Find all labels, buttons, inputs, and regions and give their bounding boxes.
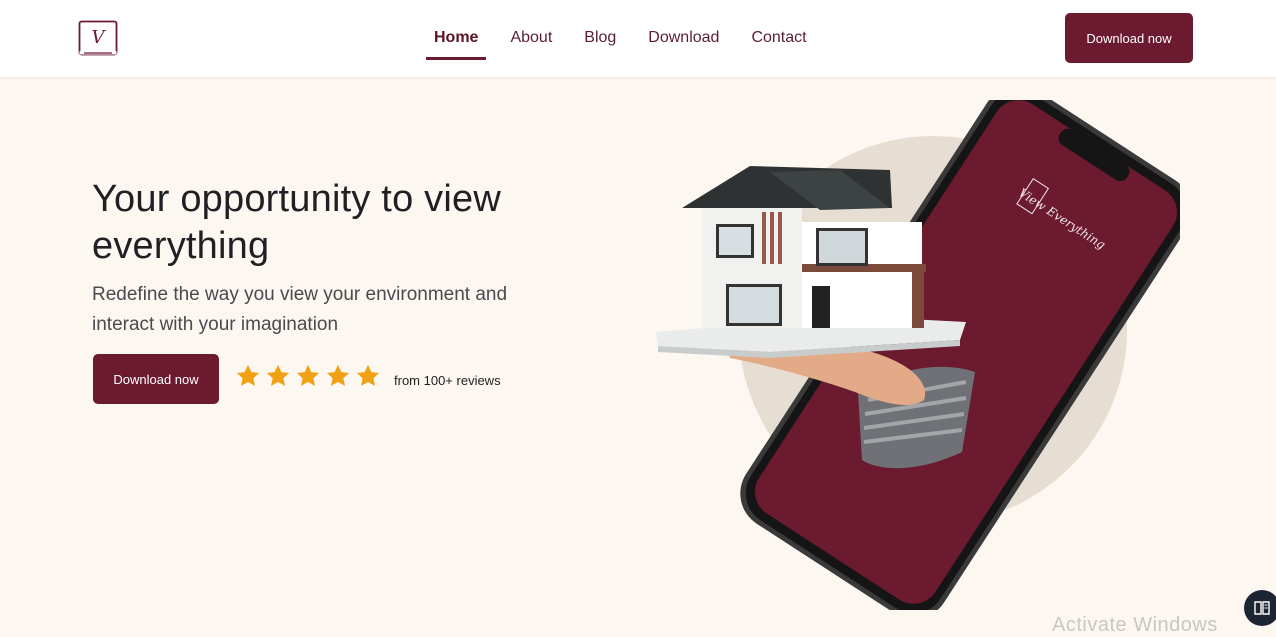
hero-subtitle: Redefine the way you view your environme… <box>92 284 508 335</box>
svg-text:V: V <box>92 27 107 48</box>
star-icon <box>296 364 320 386</box>
nav-link-blog[interactable]: Blog <box>568 0 632 76</box>
star-icon <box>326 364 350 386</box>
reviews-count: from 100+ reviews <box>394 373 501 388</box>
navbar: V Home About Blog Download Contact Downl… <box>0 0 1276 78</box>
hero-download-button[interactable]: Download now <box>93 354 219 404</box>
reader-icon[interactable] <box>1244 590 1276 626</box>
main-nav: Home About Blog Download Contact <box>426 0 823 78</box>
rating-stars <box>234 362 382 390</box>
nav-link-home[interactable]: Home <box>426 0 487 76</box>
star-icon <box>356 364 380 386</box>
house-model <box>682 166 926 328</box>
nav-link-download[interactable]: Download <box>632 0 735 76</box>
hero-illustration: View Everything <box>656 100 1180 610</box>
hero-title: Your opportunity to view everything <box>92 178 501 267</box>
logo-icon[interactable]: V <box>78 20 119 56</box>
nav-link-contact[interactable]: Contact <box>735 0 822 76</box>
header-download-button[interactable]: Download now <box>1065 13 1193 63</box>
nav-link-about[interactable]: About <box>494 0 568 76</box>
activate-windows-watermark: Activate Windows <box>1052 614 1218 636</box>
star-icon <box>236 364 260 386</box>
star-icon <box>266 364 290 386</box>
